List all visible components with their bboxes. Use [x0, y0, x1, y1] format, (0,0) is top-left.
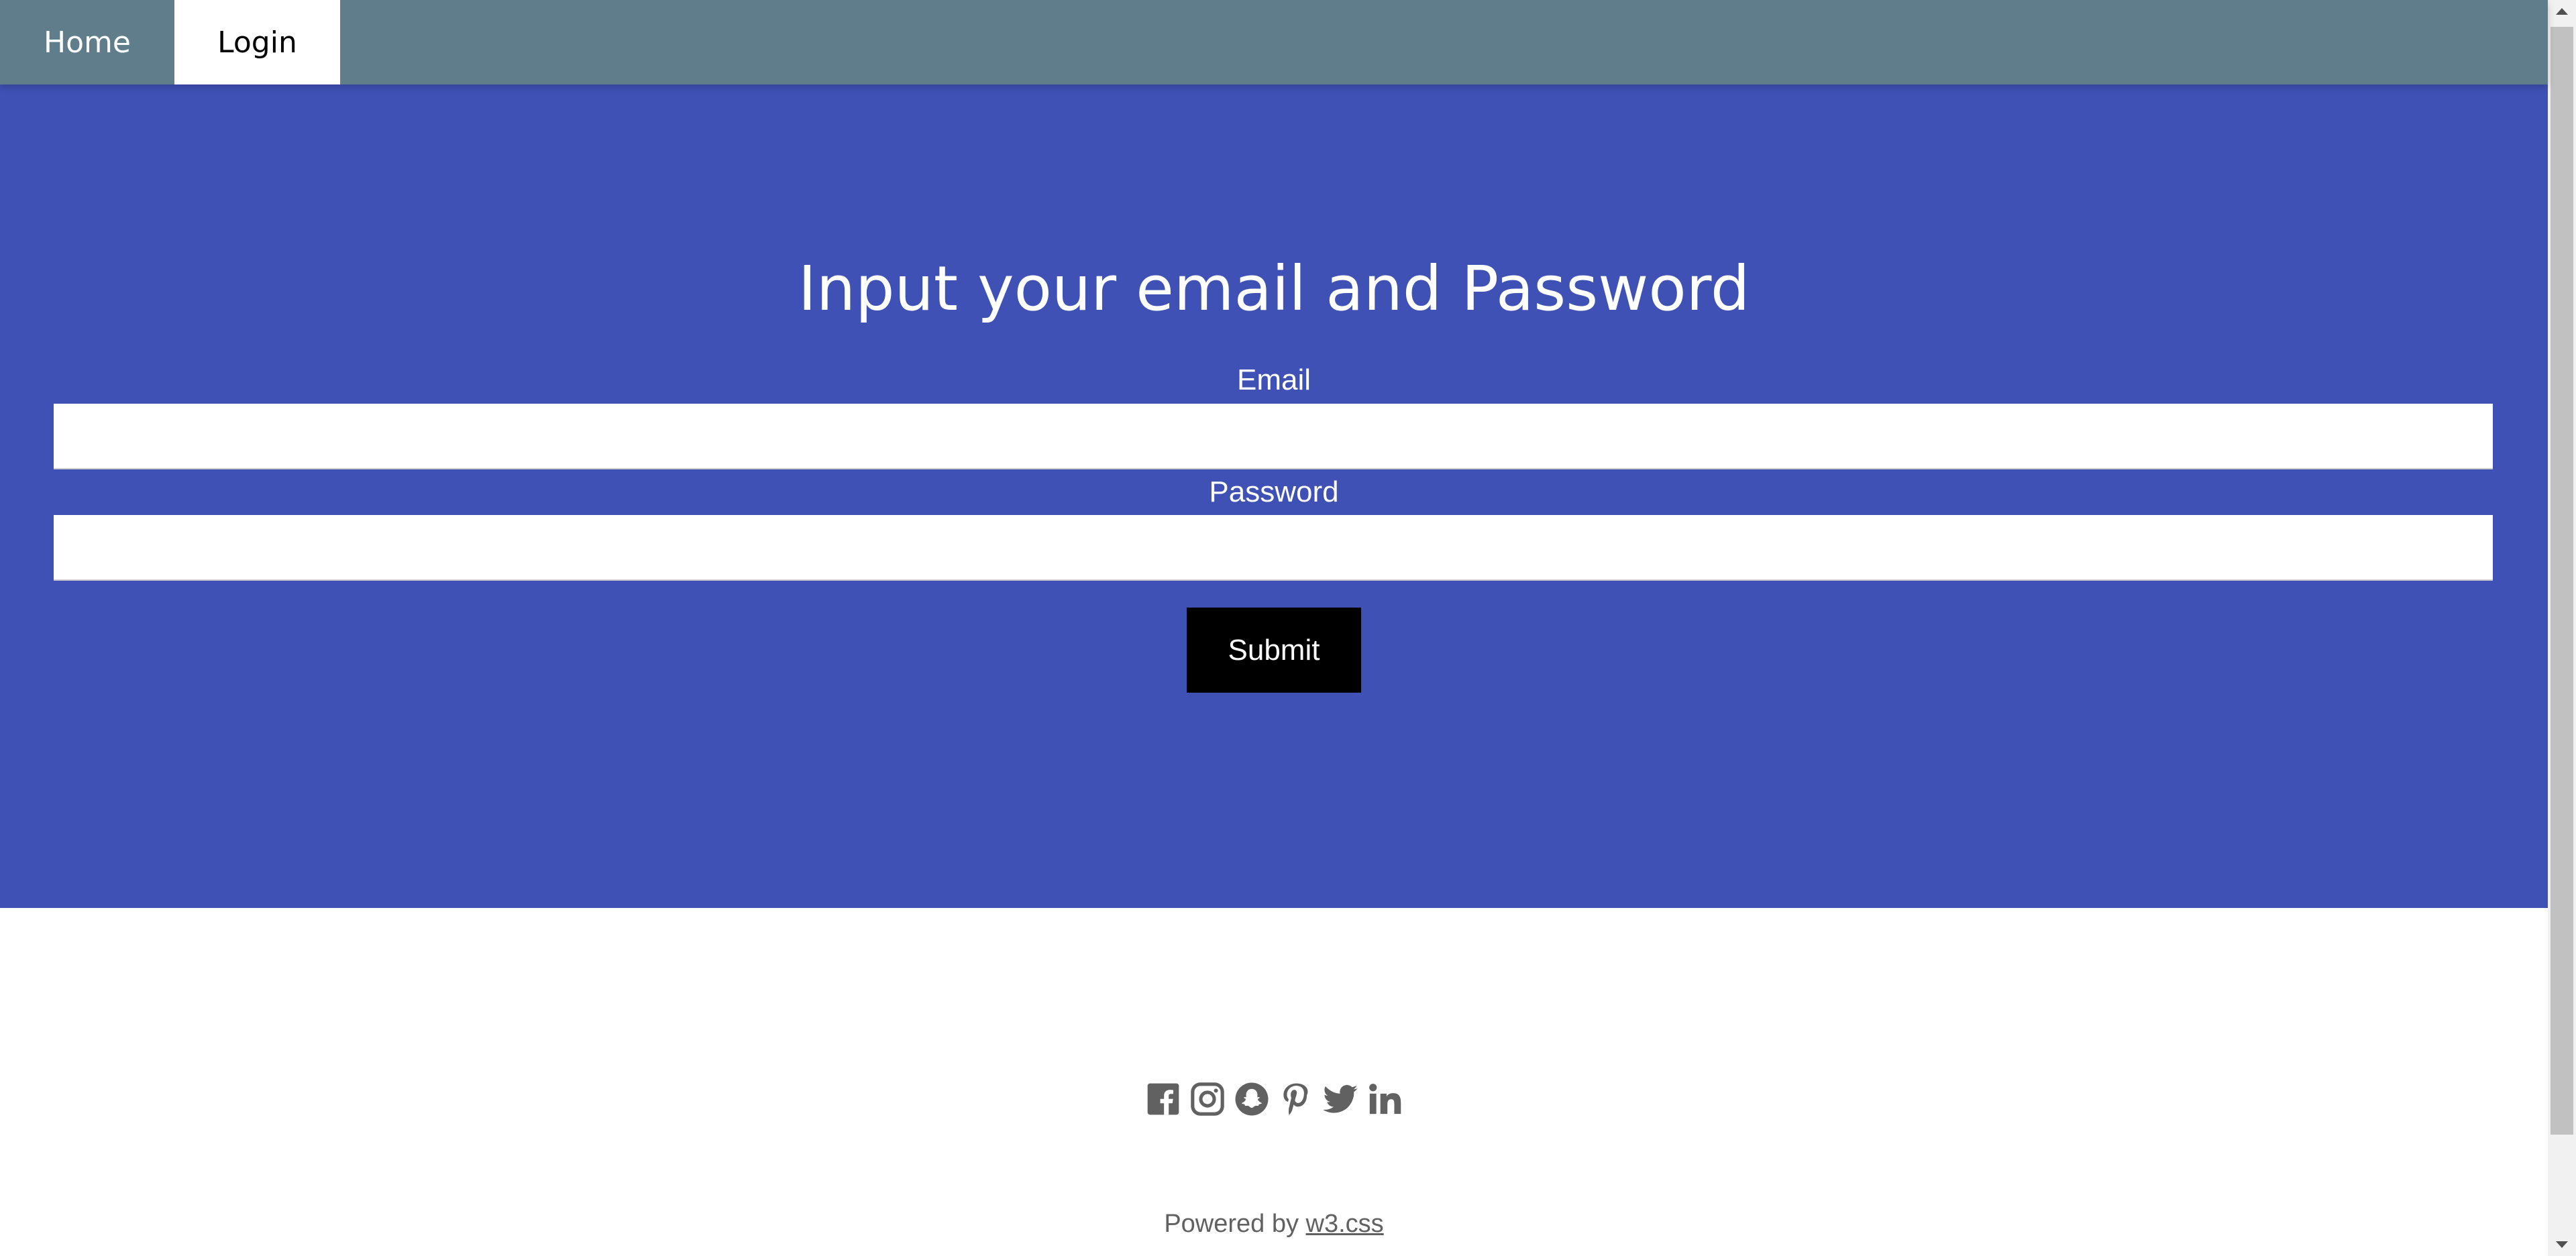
- instagram-icon[interactable]: [1189, 1079, 1226, 1119]
- password-field[interactable]: [54, 515, 2493, 581]
- snapchat-icon[interactable]: [1233, 1079, 1271, 1119]
- pinterest-icon[interactable]: [1277, 1079, 1315, 1119]
- submit-button[interactable]: Submit: [1187, 608, 1361, 693]
- nav-item-home[interactable]: Home: [0, 0, 174, 84]
- vertical-scrollbar[interactable]: [2548, 0, 2576, 1256]
- powered-by-text: Powered by w3.css: [0, 1207, 2548, 1241]
- page-title: Input your email and Password: [798, 253, 1750, 325]
- browser-viewport: Home Login Input your email and Password…: [0, 0, 2576, 1256]
- twitter-icon[interactable]: [1322, 1079, 1359, 1119]
- page: Home Login Input your email and Password…: [0, 0, 2548, 1256]
- social-icons-row: [0, 1076, 2548, 1123]
- scroll-up-arrow-icon[interactable]: [2548, 0, 2576, 23]
- scrollbar-thumb[interactable]: [2551, 27, 2573, 1135]
- linkedin-icon[interactable]: [1366, 1079, 1403, 1119]
- w3css-link[interactable]: w3.css: [1306, 1210, 1384, 1238]
- nav-item-login[interactable]: Login: [174, 0, 340, 84]
- scroll-down-arrow-icon[interactable]: [2548, 1233, 2576, 1256]
- login-section: Input your email and Password Email Pass…: [0, 84, 2548, 908]
- footer: Powered by w3.css: [0, 908, 2548, 1256]
- facebook-icon[interactable]: [1144, 1079, 1182, 1119]
- email-label: Email: [1236, 363, 1311, 396]
- email-field[interactable]: [54, 404, 2493, 469]
- password-label: Password: [1209, 475, 1339, 508]
- powered-by-prefix: Powered by: [1164, 1210, 1299, 1238]
- top-navigation-bar: Home Login: [0, 0, 2548, 84]
